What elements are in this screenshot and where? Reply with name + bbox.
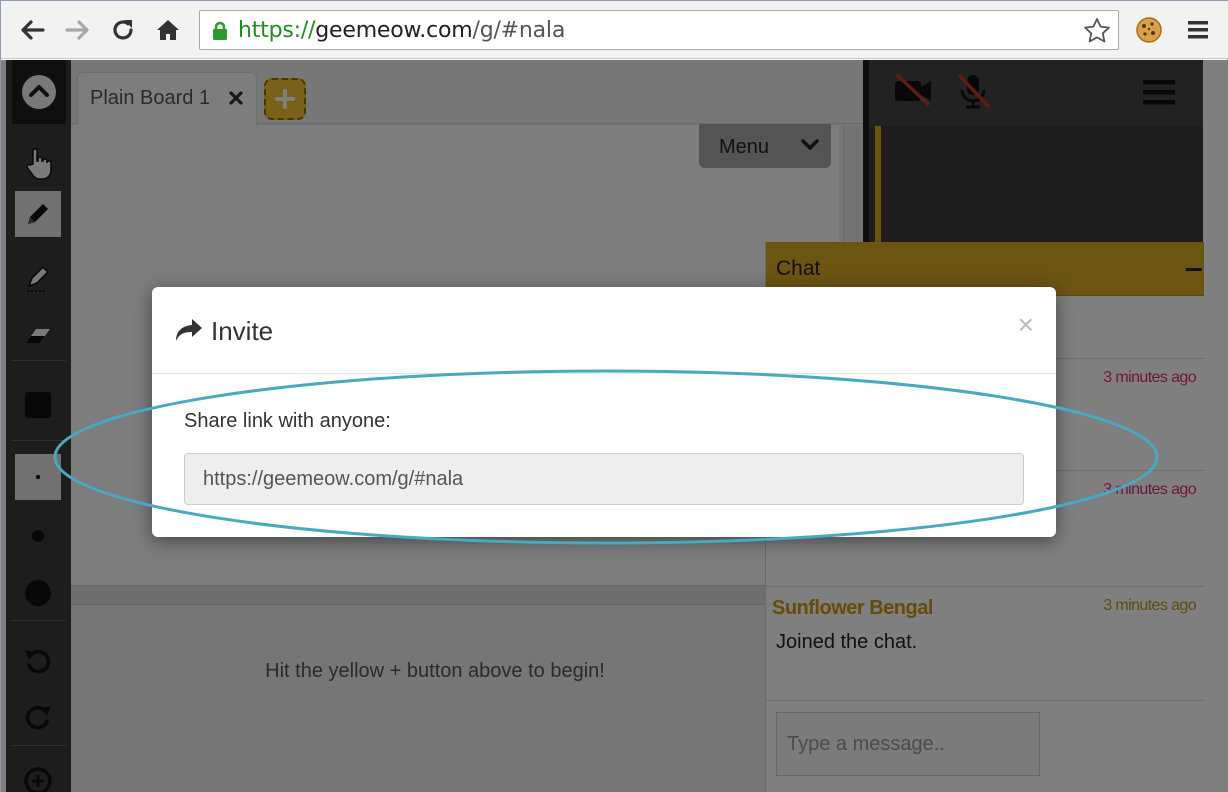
modal-header: Invite × (152, 287, 1056, 374)
browser-toolbar: https://geemeow.com/g/#nala (1, 1, 1228, 59)
url-text[interactable]: https://geemeow.com/g/#nala (238, 18, 565, 43)
lock-icon (210, 21, 230, 46)
url-scheme: https:// (238, 18, 316, 43)
share-link-input[interactable] (185, 454, 1023, 504)
reload-icon[interactable] (108, 14, 138, 46)
cookie-icon[interactable] (1134, 14, 1164, 46)
hamburger-menu-icon[interactable] (1183, 14, 1213, 46)
modal-title: Invite (211, 316, 274, 346)
share-arrow-icon (174, 317, 204, 348)
forward-arrow-icon[interactable] (63, 14, 93, 46)
share-link-field[interactable] (184, 453, 1024, 505)
back-arrow-icon[interactable] (17, 14, 47, 46)
close-icon[interactable]: × (1018, 311, 1034, 339)
browser-window: https://geemeow.com/g/#nala Type a messa… (0, 0, 1228, 792)
url-path: /g/#nala (472, 18, 566, 43)
address-bar[interactable]: https://geemeow.com/g/#nala (199, 10, 1119, 50)
invite-modal: Invite × Share link with anyone: (152, 287, 1056, 537)
url-host: geemeow.com (315, 18, 473, 43)
home-icon[interactable] (153, 14, 183, 46)
share-link-label: Share link with anyone: (184, 410, 391, 432)
star-icon[interactable] (1082, 16, 1112, 51)
